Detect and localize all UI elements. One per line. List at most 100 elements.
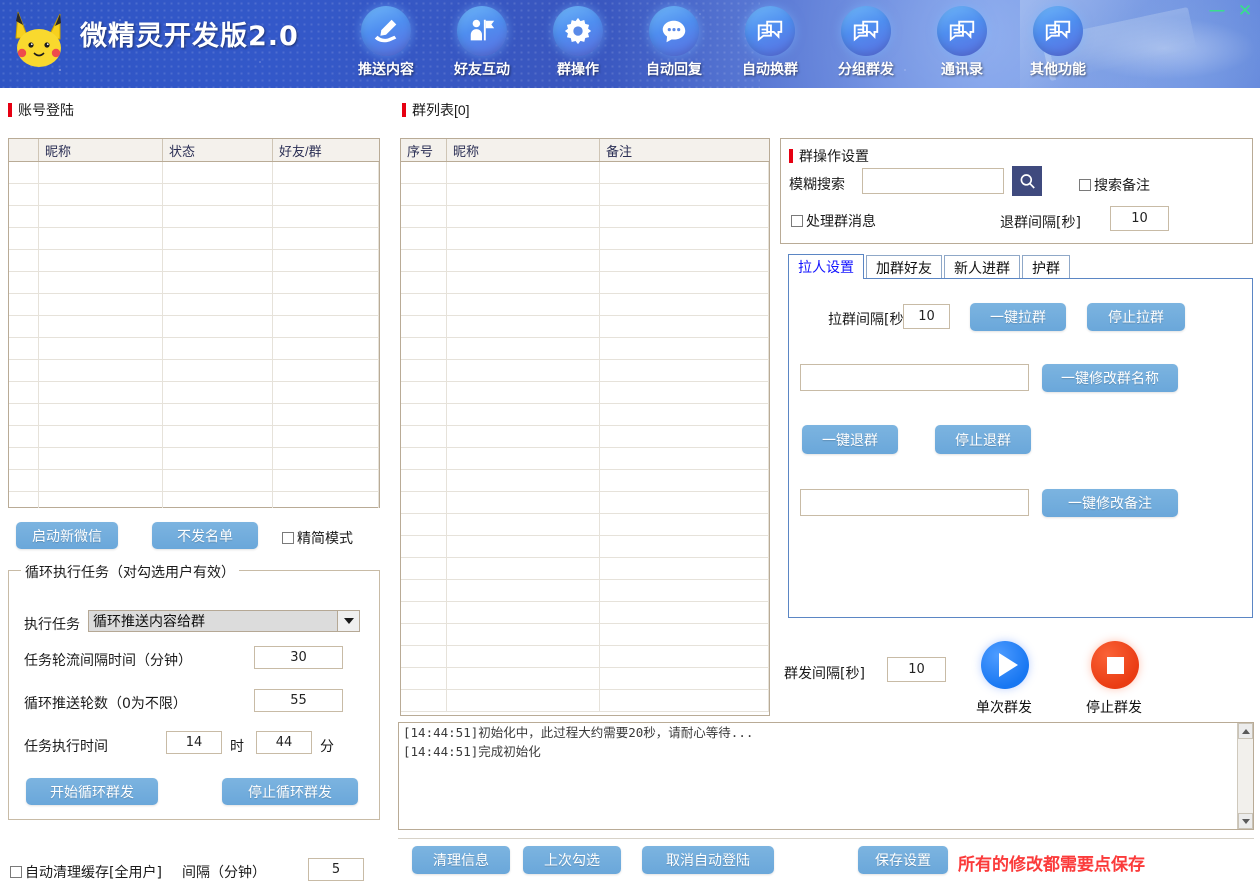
table-row[interactable] — [9, 316, 379, 338]
table-row[interactable] — [401, 316, 769, 338]
nav-item-other-functions[interactable]: 其他功能 — [1010, 6, 1106, 79]
nav-item-contacts[interactable]: 通讯录 — [914, 6, 1010, 79]
simple-mode-checkbox[interactable]: 精简模式 — [282, 528, 353, 548]
table-row[interactable] — [401, 404, 769, 426]
table-row[interactable] — [401, 382, 769, 404]
save-settings-button[interactable]: 保存设置 — [858, 846, 948, 874]
start-new-wechat-button[interactable]: 启动新微信 — [16, 522, 118, 549]
task-interval-input[interactable] — [254, 646, 343, 669]
table-row[interactable] — [401, 162, 769, 184]
table-row[interactable] — [401, 690, 769, 712]
account-table-body[interactable] — [9, 162, 379, 508]
quit-interval-input[interactable] — [1110, 206, 1169, 231]
cancel-autologin-button[interactable]: 取消自动登陆 — [642, 846, 774, 874]
search-button[interactable] — [1012, 166, 1042, 196]
table-row[interactable] — [401, 492, 769, 514]
modify-remark-button[interactable]: 一键修改备注 — [1042, 489, 1178, 517]
mass-send-interval-input[interactable] — [887, 657, 946, 682]
table-row[interactable] — [9, 162, 379, 184]
table-cell — [9, 250, 39, 271]
table-row[interactable] — [401, 426, 769, 448]
table-row[interactable] — [401, 294, 769, 316]
table-row[interactable] — [401, 514, 769, 536]
stop-loop-send-button[interactable]: 停止循环群发 — [222, 778, 358, 805]
table-row[interactable] — [401, 272, 769, 294]
table-row[interactable] — [9, 338, 379, 360]
table-row[interactable] — [9, 228, 379, 250]
clear-info-button[interactable]: 清理信息 — [412, 846, 510, 874]
table-row[interactable] — [401, 558, 769, 580]
group-list-table[interactable]: 序号 昵称 备注 — [400, 138, 770, 716]
log-panel[interactable]: [14:44:51]初始化中，此过程大约需要20秒，请耐心等待... [14:4… — [398, 722, 1254, 830]
table-row[interactable] — [401, 360, 769, 382]
table-row[interactable] — [9, 492, 379, 508]
table-row[interactable] — [401, 206, 769, 228]
stop-pull-button[interactable]: 停止拉群 — [1087, 303, 1185, 331]
minimize-button[interactable]: — — [1206, 1, 1228, 19]
nav-item-push-content[interactable]: 推送内容 — [338, 6, 434, 79]
task-minute-input[interactable] — [256, 731, 312, 754]
table-row[interactable] — [401, 602, 769, 624]
auto-clear-cache-checkbox[interactable]: 自动清理缓存[全用户] — [10, 862, 162, 882]
table-row[interactable] — [9, 206, 379, 228]
account-table[interactable]: 昵称 状态 好友/群 — [8, 138, 380, 508]
stop-quit-group-button[interactable]: 停止退群 — [935, 425, 1031, 454]
group-name-input[interactable] — [800, 364, 1029, 391]
nav-item-auto-switch-group[interactable]: 自动换群 — [722, 6, 818, 79]
group-list-title: 群列表[0] — [402, 100, 470, 120]
single-mass-send-button[interactable] — [981, 641, 1029, 689]
table-row[interactable] — [9, 360, 379, 382]
remark-input[interactable] — [800, 489, 1029, 516]
table-row[interactable] — [401, 646, 769, 668]
pull-interval-input[interactable] — [903, 304, 950, 329]
table-row[interactable] — [9, 250, 379, 272]
tab-add-group-friend[interactable]: 加群好友 — [866, 255, 942, 279]
table-row[interactable] — [9, 404, 379, 426]
table-row[interactable] — [401, 668, 769, 690]
tab-new-member-join[interactable]: 新人进群 — [944, 255, 1020, 279]
one-key-quit-group-button[interactable]: 一键退群 — [802, 425, 898, 454]
table-row[interactable] — [9, 294, 379, 316]
fuzzy-search-input[interactable] — [862, 168, 1004, 194]
table-row[interactable] — [9, 184, 379, 206]
stop-mass-send-button[interactable] — [1091, 641, 1139, 689]
table-row[interactable] — [401, 448, 769, 470]
table-row[interactable] — [401, 250, 769, 272]
no-send-list-button[interactable]: 不发名单 — [152, 522, 258, 549]
loop-rounds-input[interactable] — [254, 689, 343, 712]
scroll-down-icon[interactable] — [1238, 813, 1253, 829]
log-scrollbar[interactable] — [1237, 723, 1253, 829]
table-row[interactable] — [401, 228, 769, 250]
search-remark-checkbox[interactable]: 搜索备注 — [1079, 175, 1150, 195]
table-row[interactable] — [9, 448, 379, 470]
task-hour-input[interactable] — [166, 731, 222, 754]
auto-clear-interval-input[interactable] — [308, 858, 364, 881]
scroll-up-icon[interactable] — [1238, 723, 1253, 739]
rename-group-button[interactable]: 一键修改群名称 — [1042, 364, 1178, 392]
table-cell — [447, 514, 600, 535]
table-row[interactable] — [401, 470, 769, 492]
last-checked-button[interactable]: 上次勾选 — [523, 846, 621, 874]
table-row[interactable] — [401, 338, 769, 360]
tab-pull-settings[interactable]: 拉人设置 — [788, 254, 864, 279]
table-row[interactable] — [9, 426, 379, 448]
one-key-pull-button[interactable]: 一键拉群 — [970, 303, 1066, 331]
nav-item-group-mass-send[interactable]: 分组群发 — [818, 6, 914, 79]
table-row[interactable] — [401, 184, 769, 206]
nav-item-group-operation[interactable]: 群操作 — [530, 6, 626, 79]
handle-group-msg-checkbox[interactable]: 处理群消息 — [791, 211, 876, 231]
chevron-down-icon[interactable] — [337, 611, 359, 631]
nav-item-auto-reply[interactable]: 自动回复 — [626, 6, 722, 79]
start-loop-send-button[interactable]: 开始循环群发 — [26, 778, 158, 805]
table-row[interactable] — [9, 272, 379, 294]
tab-protect-group[interactable]: 护群 — [1022, 255, 1070, 279]
table-row[interactable] — [401, 536, 769, 558]
close-button[interactable]: ✕ — [1234, 1, 1256, 19]
table-row[interactable] — [9, 382, 379, 404]
table-row[interactable] — [9, 470, 379, 492]
task-select-combo[interactable]: 循环推送内容给群 — [88, 610, 360, 632]
table-row[interactable] — [401, 624, 769, 646]
table-row[interactable] — [401, 580, 769, 602]
nav-item-friend-interaction[interactable]: 好友互动 — [434, 6, 530, 79]
group-list-body[interactable] — [401, 162, 769, 716]
